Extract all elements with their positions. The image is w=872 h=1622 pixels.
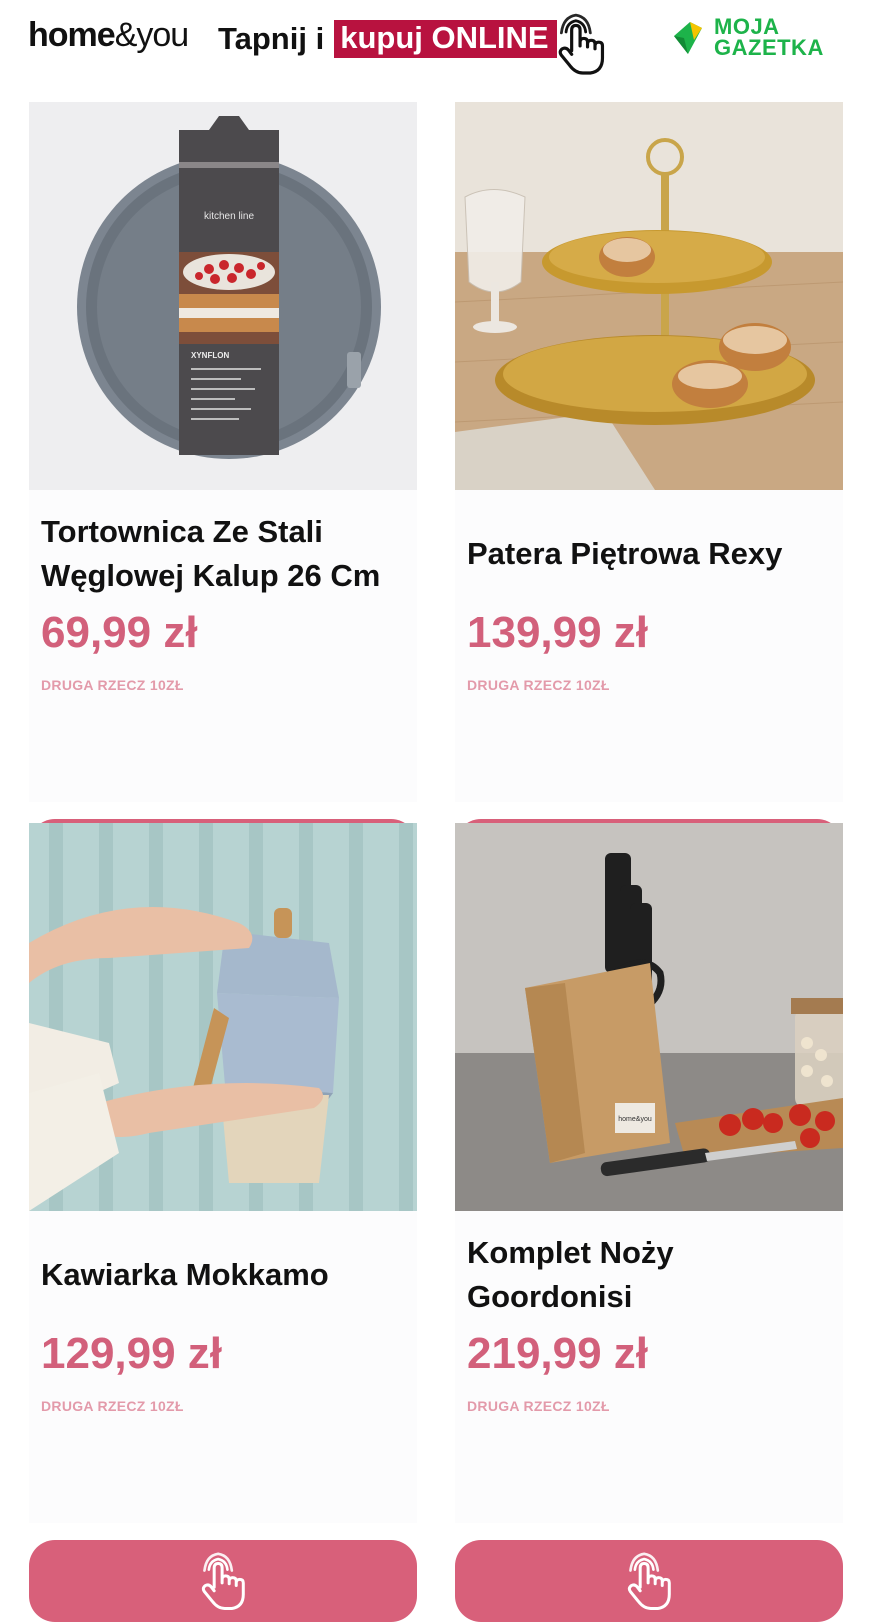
buy-online-button[interactable] (29, 1540, 417, 1622)
product-card: Kawiarka Mokkamo 129,99 zł DRUGA RZECZ 1… (29, 823, 417, 1622)
knife-set-photo: home&you (455, 823, 843, 1211)
product-price: 139,99 zł (467, 608, 649, 657)
promo-note: DRUGA RZECZ 10ZŁ (41, 1398, 184, 1414)
brand-light: &you (114, 16, 189, 54)
product-card: home&you Komplet Noży Goordonisi 219,99 … (455, 823, 843, 1622)
product-price: 219,99 zł (467, 1329, 649, 1378)
product-image-moka-pot[interactable] (29, 823, 417, 1211)
cake-stand-photo (455, 102, 843, 490)
product-image-cake-stand[interactable] (455, 102, 843, 490)
promo-note: DRUGA RZECZ 10ZŁ (467, 677, 610, 693)
moka-pot-photo (29, 823, 417, 1211)
product-title[interactable]: Komplet Noży Goordonisi (467, 1231, 837, 1319)
tap-hand-icon[interactable] (553, 12, 609, 78)
brand-bold: home (28, 16, 116, 54)
moja-gazetka-logo[interactable]: MOJA GAZETKA (672, 14, 847, 62)
header-banner: home&you Tapnij i kupuj ONLINE MOJA GAZE… (0, 0, 872, 90)
product-info: Kawiarka Mokkamo 129,99 zł DRUGA RZECZ 1… (29, 1211, 417, 1622)
xynflon-label: XYNFLON (191, 351, 229, 360)
gazetka-text: GAZETKA (714, 35, 824, 60)
moja-gazetka-wordmark: MOJA GAZETKA (714, 14, 824, 60)
product-info: Tortownica Ze Stali Węglowej Kalup 26 Cm… (29, 490, 417, 901)
product-title[interactable]: Patera Piętrowa Rexy (467, 532, 837, 576)
tap-hand-icon (201, 1552, 245, 1610)
tagline[interactable]: Tapnij i kupuj ONLINE (218, 20, 557, 58)
home-and-you-logo[interactable]: home&you (28, 16, 189, 55)
product-info: Komplet Noży Goordonisi 219,99 zł DRUGA … (455, 1211, 843, 1622)
product-price: 129,99 zł (41, 1329, 223, 1378)
knife-block-label: home&you (618, 1116, 652, 1123)
tagline-prefix: Tapnij i (218, 21, 325, 56)
buy-online-button[interactable] (455, 1540, 843, 1622)
product-image-cake-pan[interactable]: kitchen line XYNFLON (29, 102, 417, 490)
moja-text: MOJA (714, 14, 780, 39)
product-title[interactable]: Tortownica Ze Stali Węglowej Kalup 26 Cm (41, 510, 411, 598)
tagline-highlight: kupuj ONLINE (334, 20, 557, 58)
cake-pan-photo: kitchen line XYNFLON (29, 102, 417, 490)
product-price: 69,99 zł (41, 608, 198, 657)
tap-hand-icon (627, 1552, 671, 1610)
product-card: Patera Piętrowa Rexy 139,99 zł DRUGA RZE… (455, 102, 843, 901)
product-info: Patera Piętrowa Rexy 139,99 zł DRUGA RZE… (455, 490, 843, 901)
kitchen-line-label: kitchen line (204, 211, 254, 222)
product-card: kitchen line XYNFLON Tortownica Ze Stali… (29, 102, 417, 901)
promo-note: DRUGA RZECZ 10ZŁ (467, 1398, 610, 1414)
moja-gazetka-leaf-icon (674, 22, 702, 54)
product-title[interactable]: Kawiarka Mokkamo (41, 1253, 411, 1297)
product-image-knife-set[interactable]: home&you (455, 823, 843, 1211)
promo-note: DRUGA RZECZ 10ZŁ (41, 677, 184, 693)
